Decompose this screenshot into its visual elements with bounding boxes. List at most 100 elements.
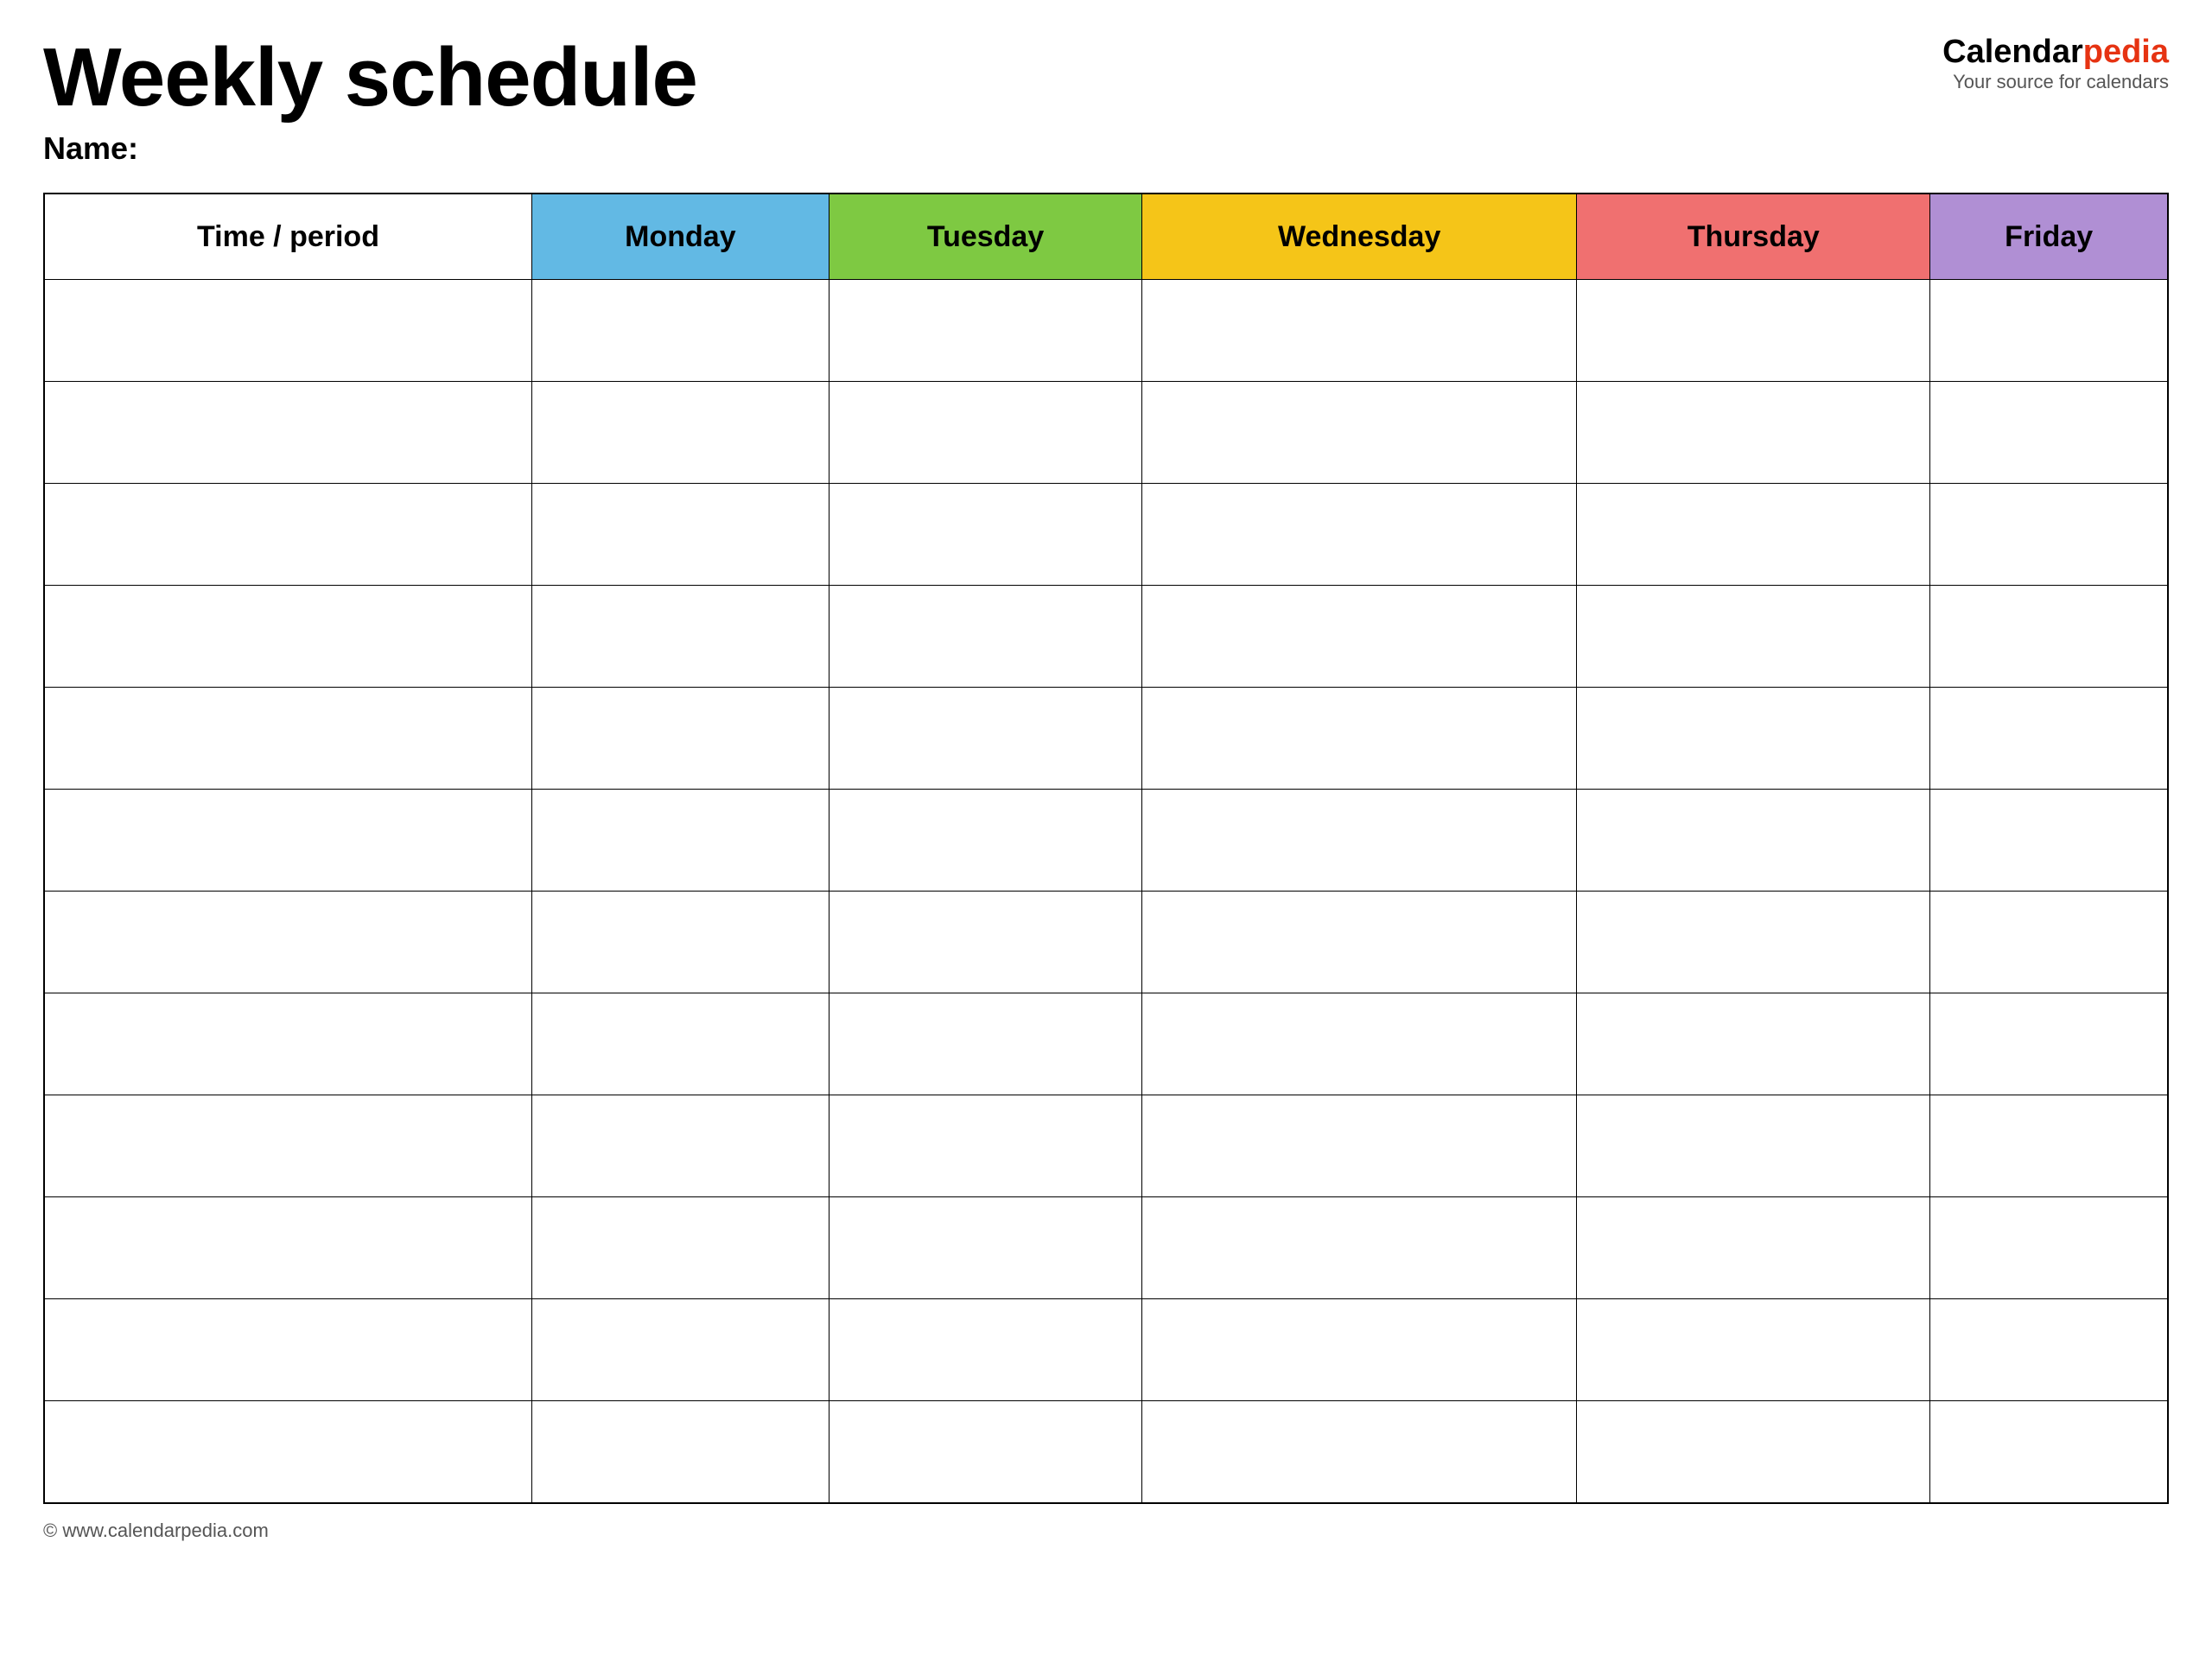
schedule-cell[interactable] bbox=[1577, 586, 1930, 688]
logo-text: Calendarpedia bbox=[1942, 35, 2169, 71]
schedule-cell[interactable] bbox=[1577, 790, 1930, 892]
page-title: Weekly schedule bbox=[43, 35, 1925, 122]
schedule-cell[interactable] bbox=[1930, 1299, 2168, 1401]
schedule-cell[interactable] bbox=[1930, 790, 2168, 892]
schedule-cell[interactable] bbox=[1577, 484, 1930, 586]
schedule-cell[interactable] bbox=[829, 1299, 1141, 1401]
schedule-cell[interactable] bbox=[1930, 280, 2168, 382]
schedule-cell[interactable] bbox=[829, 790, 1141, 892]
schedule-cell[interactable] bbox=[829, 892, 1141, 993]
schedule-cell[interactable] bbox=[829, 1401, 1141, 1503]
footer: © www.calendarpedia.com bbox=[43, 1520, 2169, 1542]
time-cell[interactable] bbox=[44, 688, 531, 790]
time-cell[interactable] bbox=[44, 1299, 531, 1401]
schedule-cell[interactable] bbox=[829, 1095, 1141, 1197]
schedule-cell[interactable] bbox=[531, 892, 829, 993]
time-cell[interactable] bbox=[44, 892, 531, 993]
table-row bbox=[44, 484, 2168, 586]
table-row bbox=[44, 382, 2168, 484]
logo-tagline: Your source for calendars bbox=[1942, 71, 2169, 93]
table-row bbox=[44, 790, 2168, 892]
schedule-cell[interactable] bbox=[1930, 993, 2168, 1095]
schedule-body bbox=[44, 280, 2168, 1503]
schedule-cell[interactable] bbox=[531, 688, 829, 790]
schedule-cell[interactable] bbox=[829, 280, 1141, 382]
logo-pedia-part: pedia bbox=[2083, 34, 2169, 70]
col-header-monday: Monday bbox=[531, 194, 829, 280]
col-header-wednesday: Wednesday bbox=[1142, 194, 1577, 280]
schedule-cell[interactable] bbox=[531, 790, 829, 892]
table-row bbox=[44, 1299, 2168, 1401]
schedule-cell[interactable] bbox=[829, 688, 1141, 790]
schedule-cell[interactable] bbox=[1930, 688, 2168, 790]
schedule-cell[interactable] bbox=[1142, 484, 1577, 586]
time-cell[interactable] bbox=[44, 484, 531, 586]
schedule-cell[interactable] bbox=[531, 382, 829, 484]
table-row bbox=[44, 1197, 2168, 1299]
schedule-cell[interactable] bbox=[1930, 1095, 2168, 1197]
schedule-cell[interactable] bbox=[1930, 1401, 2168, 1503]
schedule-cell[interactable] bbox=[829, 586, 1141, 688]
schedule-cell[interactable] bbox=[1142, 892, 1577, 993]
table-row bbox=[44, 280, 2168, 382]
time-cell[interactable] bbox=[44, 1401, 531, 1503]
time-cell[interactable] bbox=[44, 280, 531, 382]
schedule-cell[interactable] bbox=[531, 586, 829, 688]
schedule-cell[interactable] bbox=[1142, 688, 1577, 790]
schedule-table: Time / period Monday Tuesday Wednesday T… bbox=[43, 193, 2169, 1504]
schedule-cell[interactable] bbox=[531, 1401, 829, 1503]
schedule-cell[interactable] bbox=[1930, 484, 2168, 586]
schedule-cell[interactable] bbox=[531, 1197, 829, 1299]
title-area: Weekly schedule Name: bbox=[43, 35, 1925, 167]
table-row bbox=[44, 586, 2168, 688]
schedule-cell[interactable] bbox=[1142, 586, 1577, 688]
schedule-cell[interactable] bbox=[1142, 1299, 1577, 1401]
col-header-thursday: Thursday bbox=[1577, 194, 1930, 280]
time-cell[interactable] bbox=[44, 1095, 531, 1197]
schedule-cell[interactable] bbox=[1142, 1095, 1577, 1197]
schedule-cell[interactable] bbox=[1142, 790, 1577, 892]
schedule-cell[interactable] bbox=[531, 1095, 829, 1197]
table-row bbox=[44, 688, 2168, 790]
schedule-cell[interactable] bbox=[829, 484, 1141, 586]
schedule-cell[interactable] bbox=[1577, 1095, 1930, 1197]
time-cell[interactable] bbox=[44, 993, 531, 1095]
schedule-cell[interactable] bbox=[1142, 1401, 1577, 1503]
schedule-cell[interactable] bbox=[1577, 1197, 1930, 1299]
schedule-cell[interactable] bbox=[1142, 993, 1577, 1095]
table-row bbox=[44, 1095, 2168, 1197]
schedule-cell[interactable] bbox=[1577, 993, 1930, 1095]
footer-url: © www.calendarpedia.com bbox=[43, 1520, 269, 1541]
schedule-cell[interactable] bbox=[531, 484, 829, 586]
schedule-cell[interactable] bbox=[829, 1197, 1141, 1299]
schedule-cell[interactable] bbox=[1577, 892, 1930, 993]
table-row bbox=[44, 1401, 2168, 1503]
schedule-cell[interactable] bbox=[1930, 1197, 2168, 1299]
time-cell[interactable] bbox=[44, 382, 531, 484]
time-cell[interactable] bbox=[44, 586, 531, 688]
schedule-cell[interactable] bbox=[1577, 1299, 1930, 1401]
schedule-cell[interactable] bbox=[1930, 382, 2168, 484]
schedule-cell[interactable] bbox=[531, 1299, 829, 1401]
table-row bbox=[44, 892, 2168, 993]
logo-calendar-part: Calendar bbox=[1942, 34, 2083, 70]
schedule-cell[interactable] bbox=[1577, 382, 1930, 484]
time-cell[interactable] bbox=[44, 790, 531, 892]
table-row bbox=[44, 993, 2168, 1095]
schedule-cell[interactable] bbox=[1577, 280, 1930, 382]
schedule-cell[interactable] bbox=[1930, 892, 2168, 993]
name-label: Name: bbox=[43, 130, 1925, 167]
schedule-cell[interactable] bbox=[1577, 688, 1930, 790]
schedule-cell[interactable] bbox=[1142, 1197, 1577, 1299]
col-header-time: Time / period bbox=[44, 194, 531, 280]
schedule-cell[interactable] bbox=[531, 993, 829, 1095]
time-cell[interactable] bbox=[44, 1197, 531, 1299]
header-section: Weekly schedule Name: Calendarpedia Your… bbox=[43, 35, 2169, 167]
schedule-cell[interactable] bbox=[1577, 1401, 1930, 1503]
schedule-cell[interactable] bbox=[531, 280, 829, 382]
schedule-cell[interactable] bbox=[1930, 586, 2168, 688]
schedule-cell[interactable] bbox=[829, 993, 1141, 1095]
schedule-cell[interactable] bbox=[1142, 382, 1577, 484]
schedule-cell[interactable] bbox=[1142, 280, 1577, 382]
schedule-cell[interactable] bbox=[829, 382, 1141, 484]
